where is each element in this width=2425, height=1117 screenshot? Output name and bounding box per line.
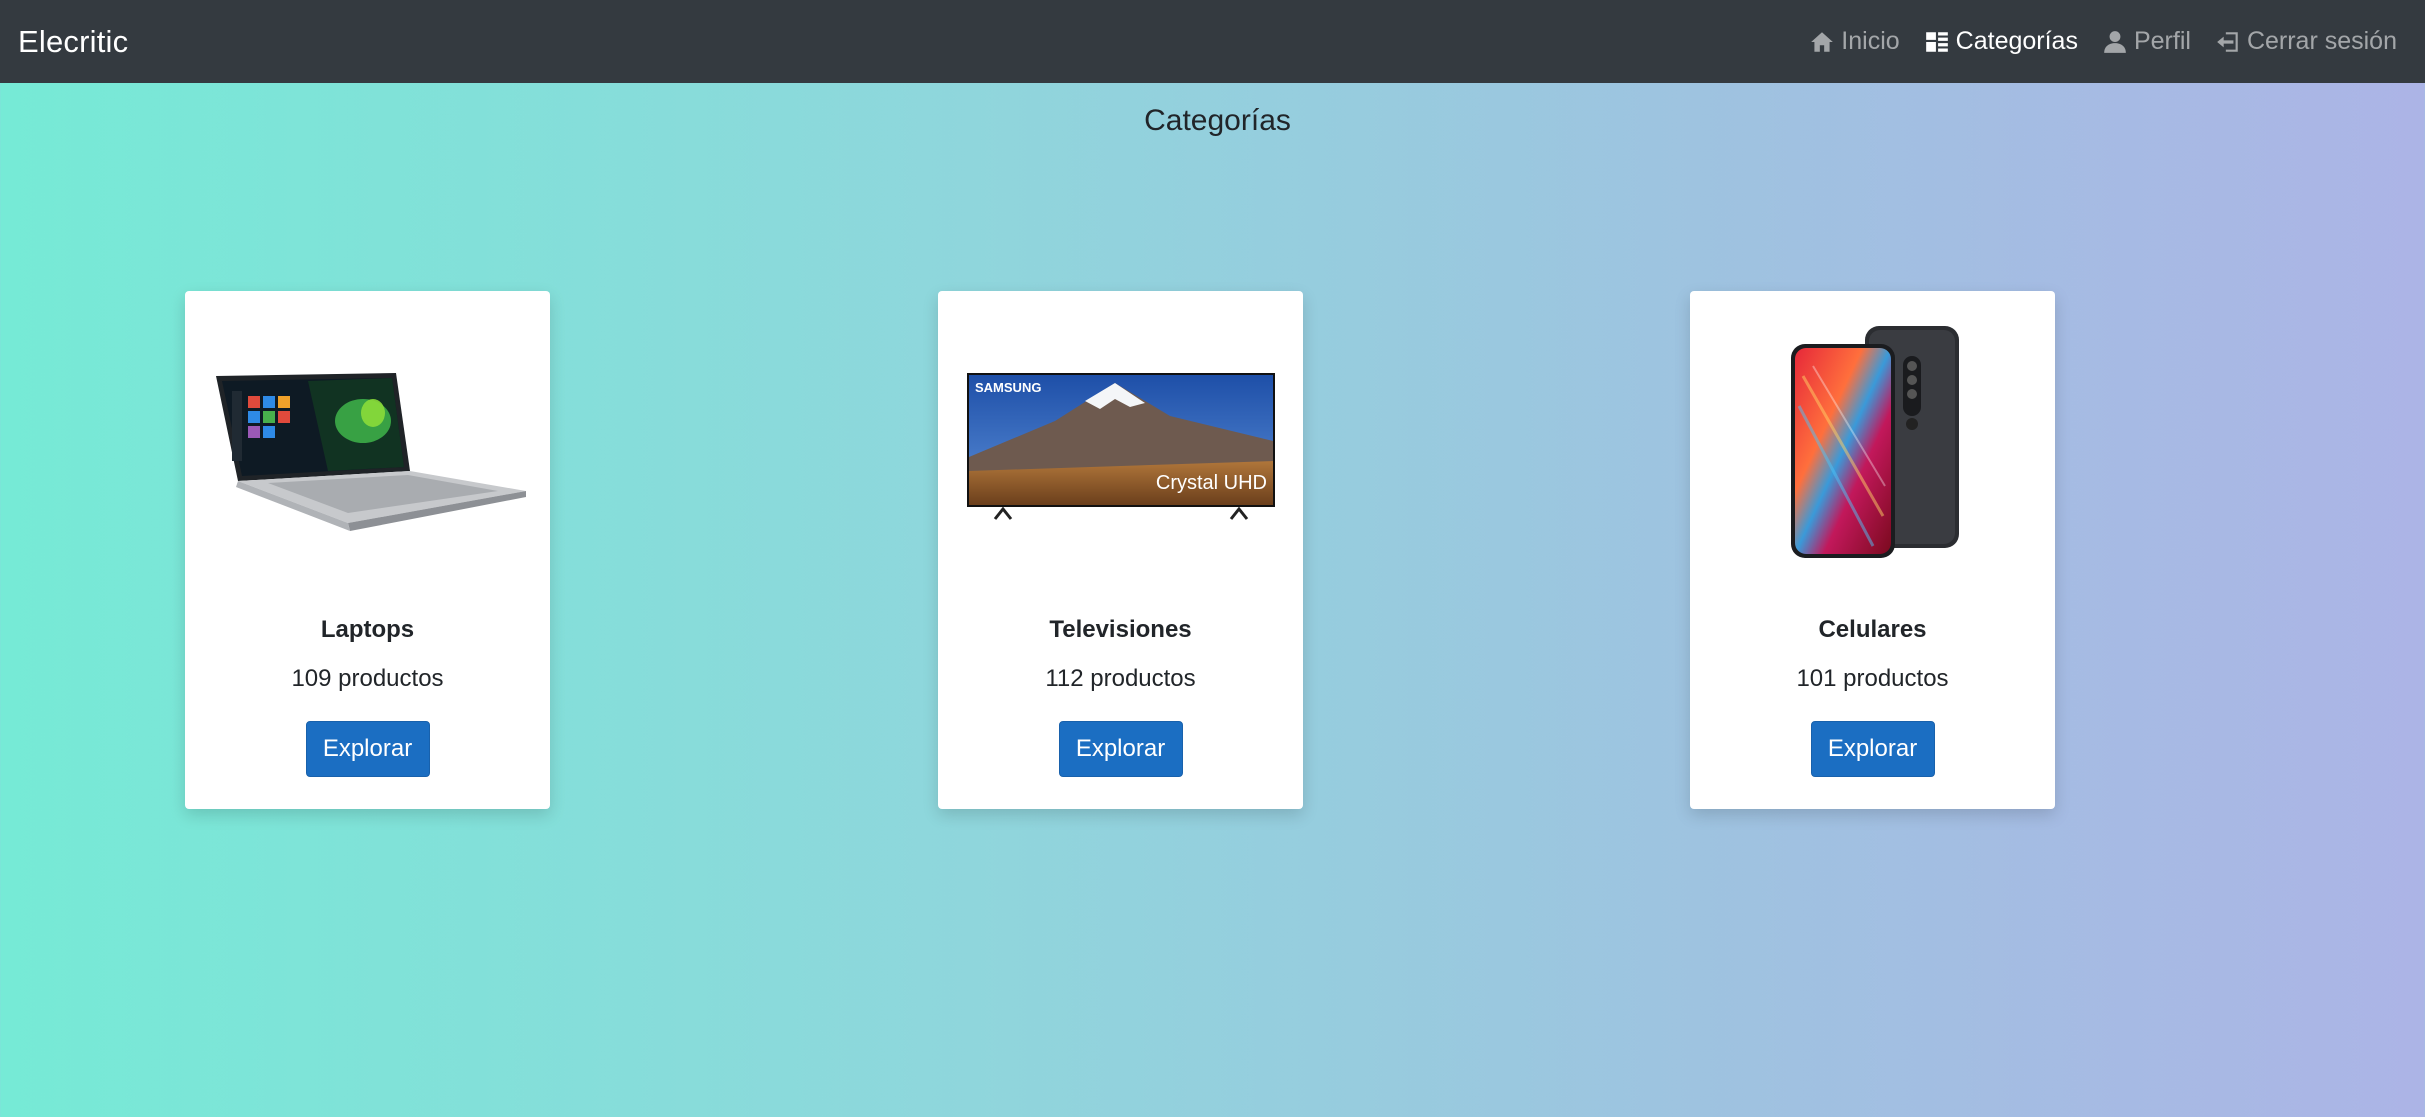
nav-menu: Inicio Categorías Perfil Cerrar sesión [1809,27,2407,56]
list-icon [1925,31,1948,52]
tv-caption-text: Crystal UHD [1155,472,1266,494]
page-title: Categorías [1144,104,1291,137]
category-card-televisiones: SAMSUNG Crystal UHD Televisiones 112 pro… [938,291,1303,809]
home-icon [1811,31,1834,52]
product-count: 101 productos [1796,665,1949,692]
category-name: Laptops [320,616,415,643]
category-card-celulares: Celulares 101 productos Explorar [1690,291,2055,809]
category-name: Celulares [1818,616,1927,643]
product-count: 112 productos [1045,665,1196,692]
category-card-laptops: Laptops 109 productos Explorar [185,291,550,809]
navbar: Elecritic Inicio Categorías Perfil Cerra… [0,0,2425,83]
nav-item-label: Cerrar sesión [2246,27,2397,55]
laptop-image [185,291,550,591]
explore-button[interactable]: Explorar [305,721,430,777]
nav-item-label: Inicio [1841,27,1900,55]
explore-button[interactable]: Explorar [1810,721,1935,777]
explore-button[interactable]: Explorar [1058,721,1183,777]
nav-item-cerrar-sesion[interactable]: Cerrar sesión [2215,27,2397,56]
phone-image [1690,291,2055,591]
laptop-illustration [215,373,526,531]
nav-item-label: Perfil [2133,27,2191,55]
nav-item-categorias[interactable]: Categorías [1924,27,2078,56]
tv-brand-text: SAMSUNG [975,380,1041,395]
logout-icon [2217,31,2238,52]
phone-illustration [1790,326,1959,558]
nav-item-label: Categorías [1955,27,2078,55]
brand-logo[interactable]: Elecritic [18,24,128,60]
television-image: SAMSUNG Crystal UHD [938,291,1303,591]
person-icon [2104,30,2126,53]
product-count: 109 productos [291,665,444,692]
nav-item-perfil[interactable]: Perfil [2102,27,2191,56]
television-illustration: SAMSUNG Crystal UHD [966,373,1275,520]
category-name: Televisiones [1049,616,1192,643]
nav-item-inicio[interactable]: Inicio [1809,27,1900,56]
